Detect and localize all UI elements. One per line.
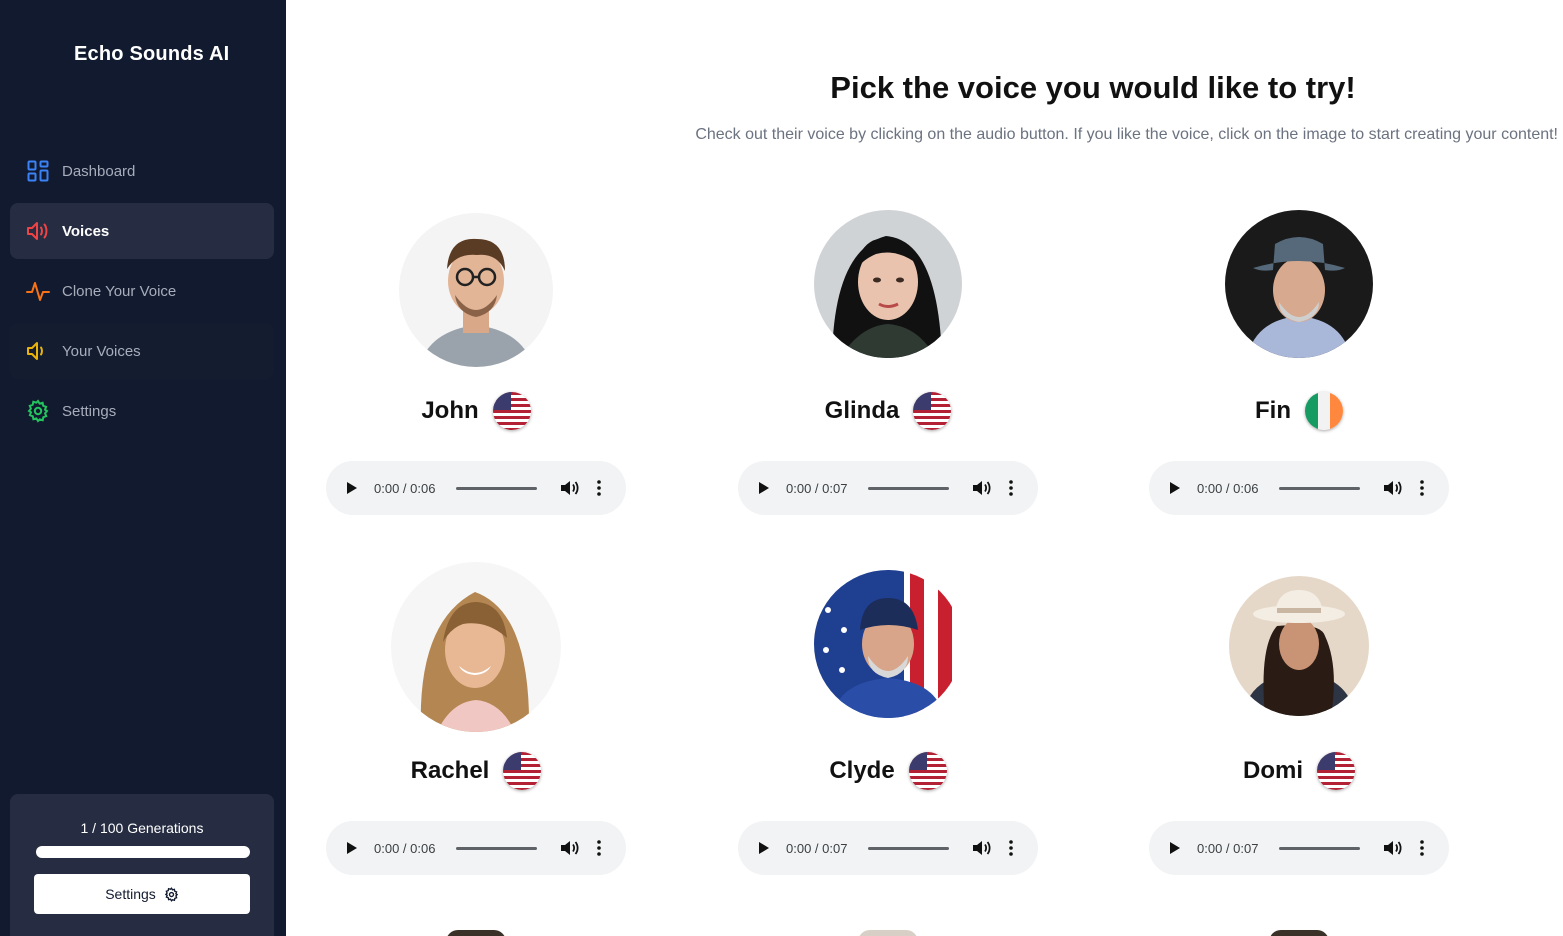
voice-name: Fin	[1255, 397, 1291, 424]
us-flag-icon	[492, 392, 531, 430]
play-icon[interactable]	[344, 480, 360, 496]
page-subtitle: Check out their voice by clicking on the…	[695, 126, 1558, 143]
speaker-wave-icon	[26, 219, 50, 243]
audio-time: 0:00 / 0:07	[786, 840, 848, 856]
audio-player: 0:00 / 0:06	[326, 461, 626, 515]
audio-player: 0:00 / 0:07	[738, 461, 1038, 515]
audio-progress-track[interactable]	[456, 846, 537, 850]
audio-time: 0:00 / 0:06	[374, 840, 436, 856]
grid-icon	[26, 159, 50, 183]
audio-time: 0:00 / 0:07	[786, 480, 848, 496]
audio-progress-track[interactable]	[1279, 846, 1360, 850]
voice-name-row: John	[326, 392, 626, 430]
settings-button-label: Settings	[105, 886, 156, 902]
voice-name: Glinda	[824, 397, 900, 424]
waveform-logo-icon	[27, 34, 61, 74]
voice-name-row: Clyde	[738, 752, 1038, 790]
sidebar-item-label: Voices	[62, 222, 110, 240]
sidebar-nav: Dashboard Voices Clone Your Voice Your V…	[10, 143, 274, 443]
voice-name: Rachel	[410, 757, 490, 784]
voice-avatar-john[interactable]	[399, 213, 553, 367]
audio-player: 0:00 / 0:07	[1149, 821, 1449, 875]
sidebar-item-label: Your Voices	[62, 342, 141, 360]
sidebar-item-your-voices[interactable]: Your Voices	[10, 323, 274, 379]
volume-icon[interactable]	[1382, 478, 1402, 498]
sidebar-item-voices[interactable]: Voices	[10, 203, 274, 259]
audio-time: 0:00 / 0:07	[1197, 840, 1259, 856]
brand-name: Echo Sounds AI	[74, 42, 230, 65]
sidebar-item-label: Clone Your Voice	[62, 282, 177, 300]
voice-avatar-peek[interactable]	[1269, 930, 1329, 936]
audio-player: 0:00 / 0:06	[326, 821, 626, 875]
audio-player: 0:00 / 0:07	[738, 821, 1038, 875]
more-options-icon[interactable]	[1003, 838, 1019, 858]
more-options-icon[interactable]	[1003, 478, 1019, 498]
sidebar: Echo Sounds AI Dashboard Voices Clone Yo…	[0, 0, 286, 936]
play-icon[interactable]	[344, 840, 360, 856]
main-content: Pick the voice you would like to try! Ch…	[286, 0, 1563, 936]
more-options-icon[interactable]	[1414, 838, 1430, 858]
volume-icon[interactable]	[1382, 838, 1402, 858]
voice-name-row: Fin	[1149, 392, 1449, 430]
us-flag-icon	[503, 752, 542, 790]
voice-name: John	[421, 397, 479, 424]
brand[interactable]: Echo Sounds AI	[26, 34, 229, 74]
voice-avatar-domi[interactable]	[1229, 576, 1369, 716]
volume-icon[interactable]	[971, 838, 991, 858]
audio-progress-track[interactable]	[868, 846, 949, 850]
play-icon[interactable]	[1167, 480, 1183, 496]
voice-avatar-fin[interactable]	[1225, 210, 1373, 358]
volume-icon[interactable]	[971, 478, 991, 498]
us-flag-icon	[908, 752, 947, 790]
gear-icon	[26, 399, 50, 423]
sidebar-item-settings[interactable]: Settings	[10, 383, 274, 439]
voice-avatar-rachel[interactable]	[391, 562, 561, 732]
sidebar-item-label: Dashboard	[62, 162, 136, 180]
play-icon[interactable]	[1167, 840, 1183, 856]
pulse-icon	[26, 279, 50, 303]
audio-progress-track[interactable]	[456, 486, 537, 490]
voice-name: Domi	[1243, 757, 1303, 784]
settings-button[interactable]: Settings	[34, 874, 250, 914]
generations-count: 1 / 100 Generations	[80, 820, 204, 836]
voice-name-row: Domi	[1149, 752, 1449, 790]
more-options-icon[interactable]	[1414, 478, 1430, 498]
volume-icon[interactable]	[559, 478, 579, 498]
us-flag-icon	[913, 392, 952, 430]
voice-name-row: Glinda	[738, 392, 1038, 430]
voice-name: Clyde	[829, 757, 895, 784]
more-options-icon[interactable]	[591, 838, 607, 858]
voice-avatar-peek[interactable]	[858, 930, 918, 936]
ireland-flag-icon	[1305, 392, 1343, 430]
generations-card: 1 / 100 Generations Settings	[10, 794, 274, 936]
voice-avatar-peek[interactable]	[446, 930, 506, 936]
audio-progress-track[interactable]	[1279, 486, 1360, 490]
audio-time: 0:00 / 0:06	[1197, 480, 1259, 496]
gear-icon	[164, 886, 178, 902]
sidebar-item-dashboard[interactable]: Dashboard	[10, 143, 274, 199]
audio-progress-track[interactable]	[868, 486, 949, 490]
page-title: Pick the voice you would like to try!	[830, 70, 1356, 105]
voice-avatar-glinda[interactable]	[814, 210, 962, 358]
speaker-icon	[26, 339, 50, 363]
sidebar-item-label: Settings	[62, 402, 117, 420]
sidebar-item-clone-your-voice[interactable]: Clone Your Voice	[10, 263, 274, 319]
voice-name-row: Rachel	[326, 752, 626, 790]
more-options-icon[interactable]	[591, 478, 607, 498]
generations-progress-bar	[36, 846, 250, 858]
audio-player: 0:00 / 0:06	[1149, 461, 1449, 515]
generations-progress-fill	[36, 846, 250, 858]
play-icon[interactable]	[756, 840, 772, 856]
voice-avatar-clyde[interactable]	[814, 570, 962, 718]
us-flag-icon	[1317, 752, 1355, 790]
play-icon[interactable]	[756, 480, 772, 496]
audio-time: 0:00 / 0:06	[374, 480, 436, 496]
volume-icon[interactable]	[559, 838, 579, 858]
